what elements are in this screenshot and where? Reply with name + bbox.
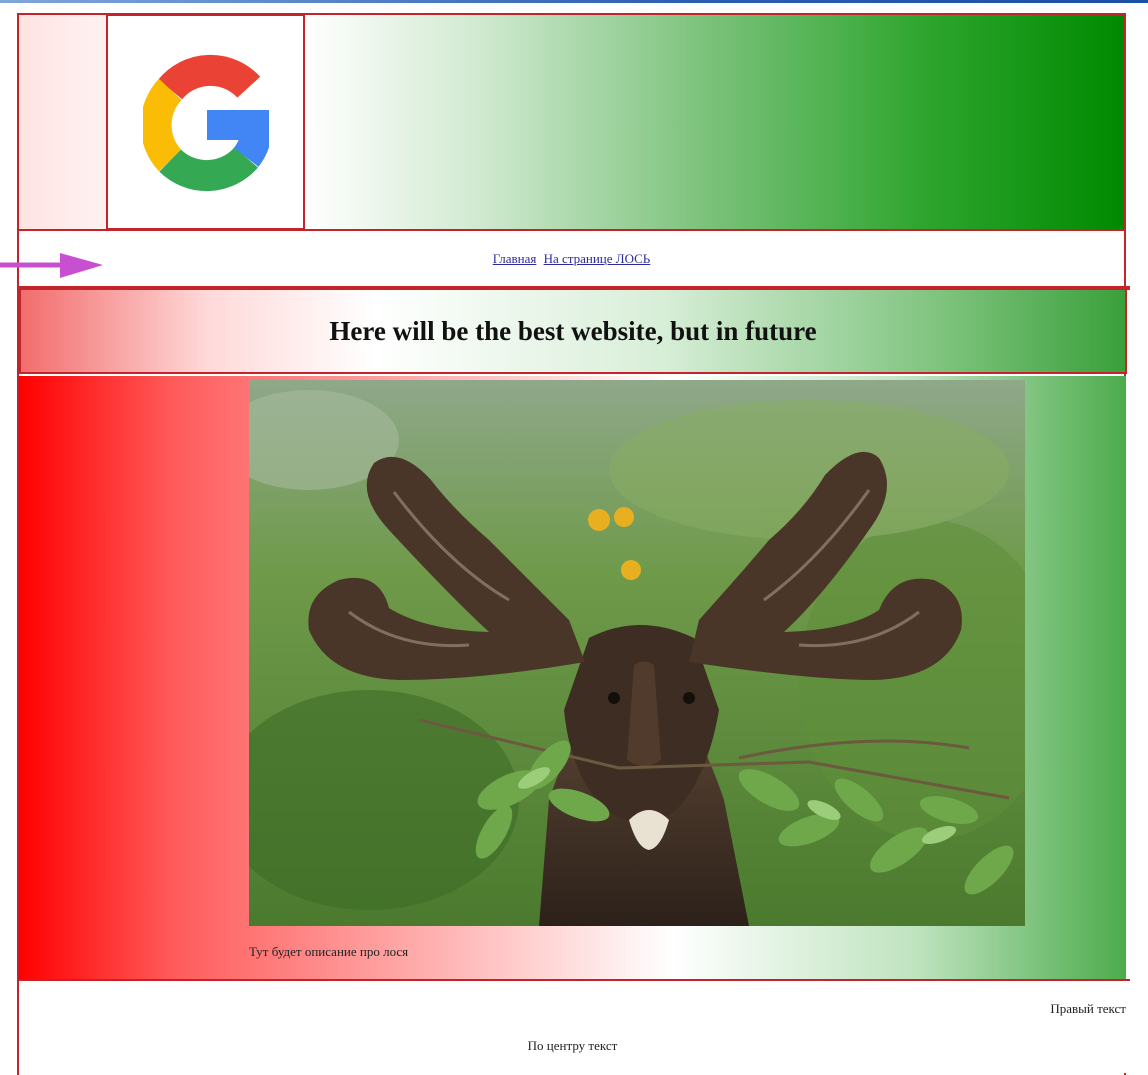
moose-photo — [249, 380, 1025, 926]
arrow-right-icon — [0, 253, 103, 278]
nav-link-moose-page[interactable]: На странице ЛОСЬ — [544, 251, 651, 266]
moose-caption: Тут будет описание про лося — [249, 944, 409, 959]
footer-center-text: По центру текст — [527, 1038, 618, 1053]
footer-right-text: Правый текст — [1050, 1001, 1126, 1016]
footer: Правый текст По центру текст — [19, 981, 1126, 1073]
page-title: Here will be the best website, but in fu… — [329, 316, 817, 346]
logo-box[interactable] — [106, 14, 305, 230]
nav-link-home[interactable]: Главная — [493, 251, 537, 266]
title-band: Here will be the best website, but in fu… — [19, 290, 1127, 374]
nav-bar: Главная На странице ЛОСЬ — [19, 231, 1124, 287]
window-top-edge — [0, 0, 1148, 3]
google-g-logo-icon — [143, 54, 269, 192]
nav-links: Главная На странице ЛОСЬ — [19, 251, 1124, 267]
